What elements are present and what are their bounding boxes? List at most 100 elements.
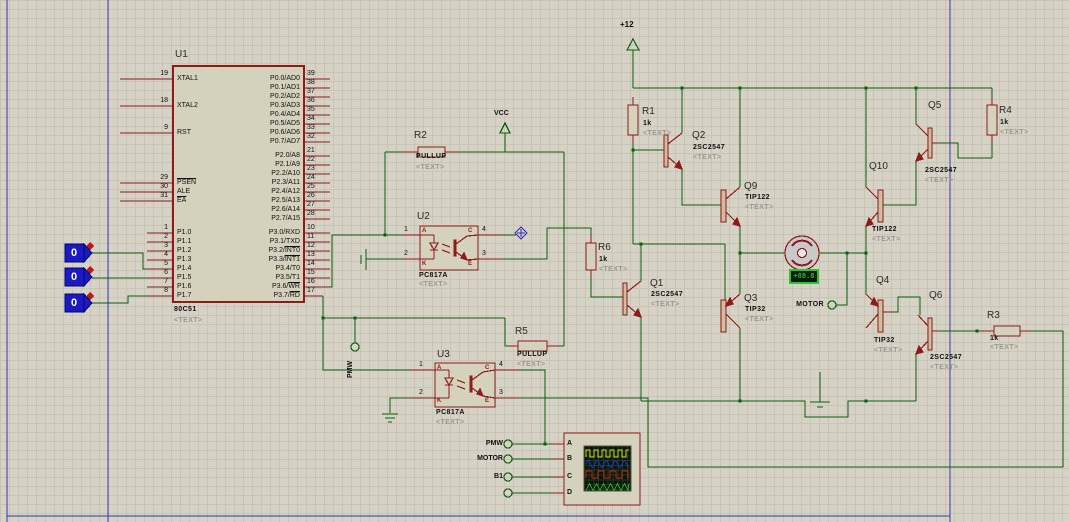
value-q5: 2SC2547 xyxy=(925,167,957,174)
u1-pin-23-name: P2.2/A10 xyxy=(271,170,300,177)
u1-pin-19-num: 19 xyxy=(160,70,168,77)
text-q9: <TEXT> xyxy=(745,204,774,211)
u1-pin-13-num: 13 xyxy=(307,251,315,258)
terminal-scope-b xyxy=(503,454,513,464)
u1-pin-36-name: P0.3/AD3 xyxy=(270,102,300,109)
u1-pin-33-name: P0.6/AD6 xyxy=(270,129,300,136)
value-q4: TIP32 xyxy=(874,337,895,344)
plus12-power-icon xyxy=(625,37,641,51)
resistor-r6 xyxy=(585,242,597,271)
value-q10: TIP122 xyxy=(872,226,897,233)
u1-pin-12-name: P3.2/INT0 xyxy=(268,247,300,254)
u1-pin-26-num: 26 xyxy=(307,192,315,199)
text-r4: <TEXT> xyxy=(1000,129,1029,136)
u1-pin-2-num: 2 xyxy=(164,233,168,240)
text-r6: <TEXT> xyxy=(599,266,628,273)
u1-pin-27-num: 27 xyxy=(307,201,315,208)
u1-pin-6-num: 6 xyxy=(164,269,168,276)
u1-pin-10-name: P3.0/RXD xyxy=(268,229,300,236)
text-q1: <TEXT> xyxy=(651,301,680,308)
terminal-pmw-label: PMW xyxy=(347,360,354,378)
u1-pin-32-num: 32 xyxy=(307,133,315,140)
u1-pin-24-name: P2.3/A11 xyxy=(271,179,300,186)
text-q10: <TEXT> xyxy=(872,236,901,243)
u1-pin-28-num: 28 xyxy=(307,210,315,217)
u1-pin-4-num: 4 xyxy=(164,251,168,258)
transistor-q10 xyxy=(865,186,884,227)
ref-q3: Q3 xyxy=(744,293,758,304)
ref-u2: U2 xyxy=(417,211,430,222)
ref-q2: Q2 xyxy=(692,130,706,141)
u1-pin-11-name: P3.1/TXD xyxy=(269,238,300,245)
value-u1: 80C51 xyxy=(174,306,197,313)
probe-1-value[interactable]: 0 xyxy=(66,248,82,259)
u2-letter-c: C xyxy=(468,228,473,234)
u1-pin-32-name: P0.7/AD7 xyxy=(270,138,300,145)
ref-q6: Q6 xyxy=(929,290,943,301)
ref-r2: R2 xyxy=(414,130,427,141)
u3-pin3-num: 3 xyxy=(499,389,503,396)
u1-pin-35-name: P0.4/AD4 xyxy=(270,111,300,118)
text-q6: <TEXT> xyxy=(930,364,959,371)
text-r5: <TEXT> xyxy=(517,361,546,368)
text-u2: <TEXT> xyxy=(419,281,448,288)
u1-pin-21-num: 21 xyxy=(307,147,315,154)
u2-letter-e: E xyxy=(468,261,473,267)
u1-pin-39-name: P0.0/AD0 xyxy=(270,75,300,82)
u1-pin-22-name: P2.1/A9 xyxy=(275,161,300,168)
u1-pin-36-num: 36 xyxy=(307,97,315,104)
u3-letter-a: A xyxy=(437,365,442,371)
u1-pin-29-num: 29 xyxy=(160,174,168,181)
u1-pin-38-name: P0.1/AD1 xyxy=(270,84,300,91)
probe-3-value[interactable]: 0 xyxy=(66,298,82,309)
value-u3: PC817A xyxy=(436,409,465,416)
resistor-r1 xyxy=(627,104,639,136)
u1-pin-39-num: 39 xyxy=(307,70,315,77)
transistor-q4 xyxy=(865,293,884,333)
u1-pin-37-name: P0.2/AD2 xyxy=(270,93,300,100)
ref-u3: U3 xyxy=(437,349,450,360)
u1-pin-37-num: 37 xyxy=(307,88,315,95)
value-q9: TIP122 xyxy=(745,194,770,201)
u1-pin-23-num: 23 xyxy=(307,165,315,172)
probe-2-value[interactable]: 0 xyxy=(66,272,82,283)
text-q2: <TEXT> xyxy=(693,154,722,161)
text-q3: <TEXT> xyxy=(745,316,774,323)
resistor-r4 xyxy=(986,104,998,136)
transistor-q5 xyxy=(915,123,933,162)
power-symbols[interactable] xyxy=(499,37,641,134)
text-q4: <TEXT> xyxy=(874,347,903,354)
u2-letter-k: K xyxy=(422,261,427,267)
transistor-q3 xyxy=(720,293,741,333)
terminal-scope-c xyxy=(503,472,513,482)
u1-pin-16-name: P3.6/WR xyxy=(271,283,300,290)
text-q5: <TEXT> xyxy=(925,177,954,184)
ref-r3: R3 xyxy=(987,310,1000,321)
u1-pin-16-num: 16 xyxy=(307,278,315,285)
transistor-q6 xyxy=(915,314,933,355)
u3-pin1-num: 1 xyxy=(419,361,423,368)
u1-pin-15-num: 15 xyxy=(307,269,315,276)
u3-letter-e: E xyxy=(485,398,490,404)
ref-q9: Q9 xyxy=(744,181,758,192)
scope-input-b1: B1 xyxy=(494,473,503,480)
u1-pin-14-name: P3.4/T0 xyxy=(275,265,300,272)
u3-letter-c: C xyxy=(485,365,490,371)
u3-letter-k: K xyxy=(437,398,442,404)
ref-r5: R5 xyxy=(515,326,528,337)
value-r6: 1k xyxy=(599,256,608,263)
u1-pin-12-num: 12 xyxy=(307,242,315,249)
u2-pin3-num: 3 xyxy=(482,250,486,257)
value-q6: 2SC2547 xyxy=(930,354,962,361)
u1-pin-33-num: 33 xyxy=(307,124,315,131)
value-r1: 1k xyxy=(643,120,652,127)
u1-pin-18-num: 18 xyxy=(160,97,168,104)
terminal-scope-d xyxy=(503,488,513,498)
u1-pin-7-num: 7 xyxy=(164,278,168,285)
text-u3: <TEXT> xyxy=(436,419,465,426)
ref-r1: R1 xyxy=(642,106,655,117)
u1-pin-1-num: 1 xyxy=(164,224,168,231)
oscilloscope[interactable] xyxy=(563,432,641,506)
u1-pin-8-num: 8 xyxy=(164,287,168,294)
text-r3: <TEXT> xyxy=(990,344,1019,351)
